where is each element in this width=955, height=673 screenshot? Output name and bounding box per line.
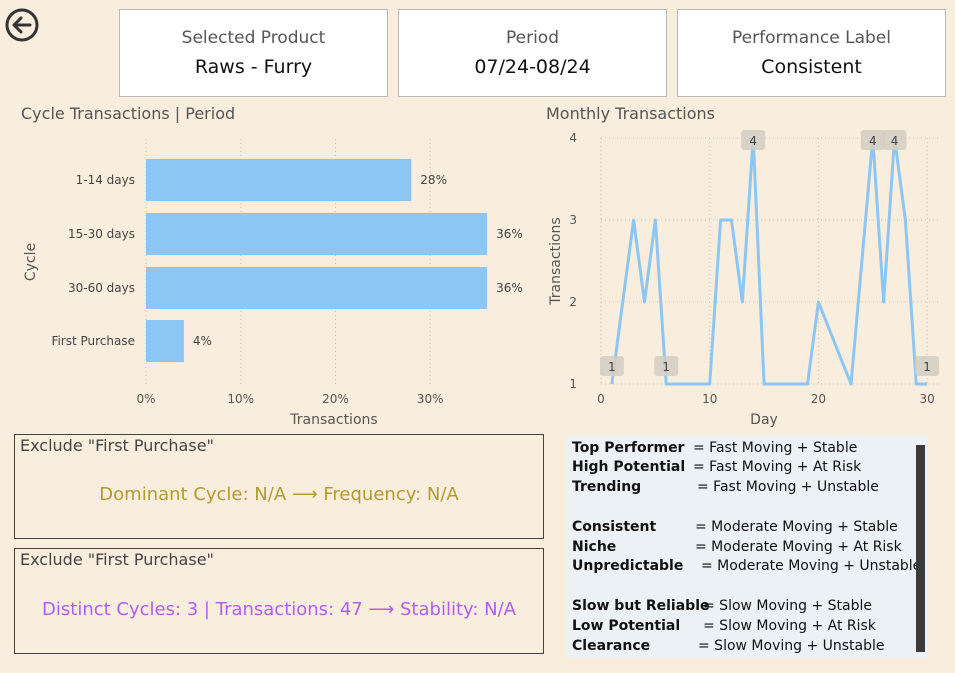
legend-term: Top Performer <box>572 440 685 456</box>
dominant-cycle-box: Exclude "First Purchase" Dominant Cycle:… <box>14 434 544 539</box>
legend-term: Clearance <box>572 638 651 654</box>
x-axis-title: Day <box>750 412 778 428</box>
y-axis-title: Transactions <box>548 217 564 305</box>
line-chart-title: Monthly Transactions <box>546 104 716 123</box>
x-tick-label: 30 <box>919 392 934 406</box>
card-label: Selected Product <box>181 28 326 48</box>
bar <box>146 159 412 201</box>
x-tick-label: 30% <box>417 392 444 406</box>
point-data-label: 1 <box>662 360 670 374</box>
y-tick-label: 3 <box>569 213 577 227</box>
legend-definition: = Moderate Moving + Unstable <box>701 558 922 574</box>
back-button[interactable] <box>5 8 39 42</box>
card-value: Raws - Furry <box>194 56 313 78</box>
legend-term: Slow but Reliable <box>572 598 710 614</box>
legend-term: High Potential <box>572 459 686 475</box>
bar-data-label: 4% <box>193 334 212 348</box>
stability-box: Exclude "First Purchase" Distinct Cycles… <box>14 548 544 654</box>
y-category-label: 1-14 days <box>76 173 135 187</box>
legend-row: Low Potential = Slow Moving + At Risk <box>572 618 876 634</box>
point-data-label: 1 <box>608 360 616 374</box>
y-tick-label: 4 <box>569 131 577 145</box>
legend-term: Consistent <box>572 519 657 535</box>
x-tick-label: 0% <box>136 392 155 406</box>
legend-definition: = Fast Moving + At Risk <box>693 459 862 475</box>
monthly-line-chart: 0 10 20 3012341 14 4 41DayTransactions <box>548 130 940 428</box>
bar-data-label: 28% <box>420 173 447 187</box>
legend-term: Trending <box>572 479 642 495</box>
legend-term: Unpredictable <box>572 558 684 574</box>
x-tick-label: 0 <box>597 392 605 406</box>
bar <box>146 320 184 362</box>
series-line <box>610 136 928 386</box>
bar-data-label: 36% <box>496 227 523 241</box>
card-value: Consistent <box>761 56 862 78</box>
legend-definition: = Moderate Moving + At Risk <box>695 539 902 555</box>
y-category-label: 15-30 days <box>68 227 135 241</box>
period-card: Period 07/24-08/24 <box>398 9 667 97</box>
bar-data-label: 36% <box>496 281 523 295</box>
legend-definition: = Fast Moving + Unstable <box>697 479 879 495</box>
legend-definition: = Moderate Moving + Stable <box>695 519 898 535</box>
x-tick-label: 10% <box>227 392 254 406</box>
point-data-label: 4 <box>749 134 757 148</box>
x-tick-label: 10 <box>702 392 717 406</box>
legend-term: Low Potential <box>572 618 681 634</box>
legend-scrollbar[interactable] <box>916 445 925 652</box>
legend-definition: = Slow Moving + At Risk <box>703 618 876 634</box>
x-axis-title: Transactions <box>289 412 377 428</box>
performance-legend: Top Performer = Fast Moving + Stable High… <box>566 436 928 658</box>
card-label: Period <box>505 28 559 48</box>
legend-row: Slow but Reliable= Slow Moving + Stable <box>572 598 872 614</box>
y-tick-label: 1 <box>569 377 577 391</box>
dominant-cycle-message: Dominant Cycle: N/A ⟶ Frequency: N/A <box>99 484 459 505</box>
point-data-label: 4 <box>891 134 899 148</box>
legend-row: Niche = Moderate Moving + At Risk <box>572 539 902 555</box>
legend-term: Niche <box>572 539 617 555</box>
y-axis-title: Cycle <box>23 243 39 281</box>
performance-label-card: Performance Label Consistent <box>677 9 946 97</box>
legend-definition: = Fast Moving + Stable <box>693 440 858 456</box>
note-header: Exclude "First Purchase" <box>20 550 214 569</box>
y-tick-label: 2 <box>569 295 577 309</box>
legend-row: Top Performer = Fast Moving + Stable <box>572 440 857 456</box>
legend-row: Unpredictable = Moderate Moving + Unstabl… <box>572 558 921 574</box>
stability-message: Distinct Cycles: 3 | Transactions: 47 ⟶ … <box>42 599 516 620</box>
legend-row: Clearance = Slow Moving + Unstable <box>572 638 885 654</box>
bar <box>146 213 488 255</box>
point-data-label: 4 <box>869 134 877 148</box>
legend-definition: = Slow Moving + Unstable <box>698 638 885 654</box>
x-tick-label: 20 <box>811 392 826 406</box>
back-arrow-icon <box>5 8 39 42</box>
legend-row: Consistent = Moderate Moving + Stable <box>572 519 898 535</box>
x-tick-label: 20% <box>322 392 349 406</box>
legend-row: Trending = Fast Moving + Unstable <box>572 479 879 495</box>
y-category-label: First Purchase <box>51 334 135 348</box>
legend-row: High Potential = Fast Moving + At Risk <box>572 459 861 475</box>
card-value: 07/24-08/24 <box>474 56 591 78</box>
bar <box>146 267 488 309</box>
card-label: Performance Label <box>732 28 891 48</box>
selected-product-card: Selected Product Raws - Furry <box>119 9 388 97</box>
note-header: Exclude "First Purchase" <box>20 436 214 455</box>
legend-definition: = Slow Moving + Stable <box>703 598 872 614</box>
bar-chart-title: Cycle Transactions | Period <box>21 104 236 123</box>
cycle-bar-chart: 0% 10% 20% 30% 1-14 days 28% 15-30 days 36% 30-6… <box>23 139 523 428</box>
point-data-label: 1 <box>923 360 931 374</box>
y-category-label: 30-60 days <box>68 281 135 295</box>
